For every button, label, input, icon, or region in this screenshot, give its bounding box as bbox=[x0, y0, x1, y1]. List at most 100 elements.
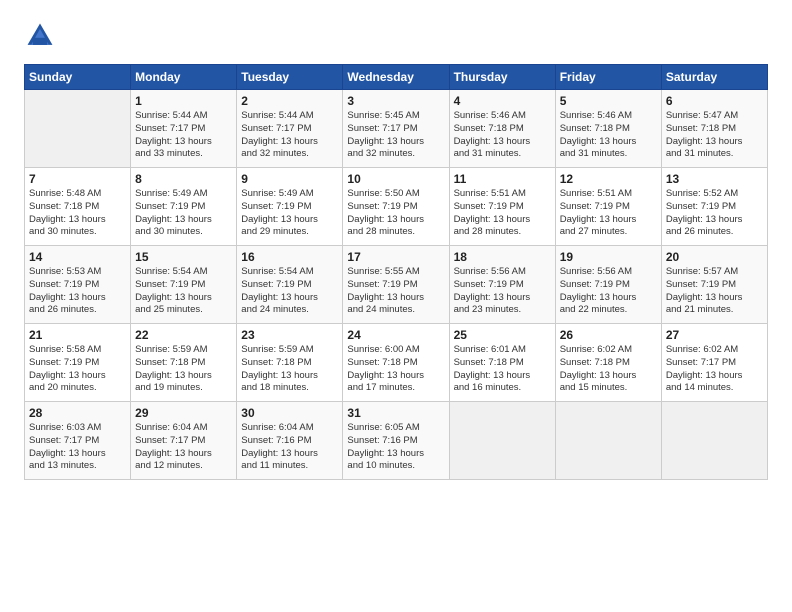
day-number: 18 bbox=[454, 250, 551, 264]
weekday-header-saturday: Saturday bbox=[661, 65, 767, 90]
day-number: 9 bbox=[241, 172, 338, 186]
calendar-cell: 11 Sunrise: 5:51 AMSunset: 7:19 PMDayligh… bbox=[449, 168, 555, 246]
day-info: Sunrise: 6:05 AMSunset: 7:16 PMDaylight:… bbox=[347, 422, 444, 473]
day-info: Sunrise: 5:53 AMSunset: 7:19 PMDaylight:… bbox=[29, 266, 126, 317]
day-number: 21 bbox=[29, 328, 126, 342]
calendar-cell: 20 Sunrise: 5:57 AMSunset: 7:19 PMDayligh… bbox=[661, 246, 767, 324]
calendar-cell bbox=[449, 402, 555, 480]
calendar-cell: 4 Sunrise: 5:46 AMSunset: 7:18 PMDaylight… bbox=[449, 90, 555, 168]
weekday-header-sunday: Sunday bbox=[25, 65, 131, 90]
calendar-cell: 31Sunrise: 6:05 AMSunset: 7:16 PMDayligh… bbox=[343, 402, 449, 480]
calendar-cell: 30 Sunrise: 6:04 AMSunset: 7:16 PMDayligh… bbox=[237, 402, 343, 480]
day-number: 25 bbox=[454, 328, 551, 342]
day-number: 1 bbox=[135, 94, 232, 108]
calendar-cell: 12Sunrise: 5:51 AMSunset: 7:19 PMDayligh… bbox=[555, 168, 661, 246]
calendar-page: SundayMondayTuesdayWednesdayThursdayFrid… bbox=[0, 0, 792, 496]
week-row-4: 21 Sunrise: 5:58 AMSunset: 7:19 PMDayligh… bbox=[25, 324, 768, 402]
calendar-cell bbox=[661, 402, 767, 480]
day-number: 19 bbox=[560, 250, 657, 264]
day-info: Sunrise: 5:56 AMSunset: 7:19 PMDaylight:… bbox=[454, 266, 551, 317]
day-number: 10 bbox=[347, 172, 444, 186]
day-number: 28 bbox=[29, 406, 126, 420]
day-info: Sunrise: 5:55 AMSunset: 7:19 PMDaylight:… bbox=[347, 266, 444, 317]
week-row-5: 28 Sunrise: 6:03 AMSunset: 7:17 PMDayligh… bbox=[25, 402, 768, 480]
calendar-table: SundayMondayTuesdayWednesdayThursdayFrid… bbox=[24, 64, 768, 480]
day-number: 8 bbox=[135, 172, 232, 186]
day-info: Sunrise: 6:04 AMSunset: 7:16 PMDaylight:… bbox=[241, 422, 338, 473]
day-info: Sunrise: 6:01 AMSunset: 7:18 PMDaylight:… bbox=[454, 344, 551, 395]
day-number: 24 bbox=[347, 328, 444, 342]
week-row-2: 7 Sunrise: 5:48 AMSunset: 7:18 PMDaylight… bbox=[25, 168, 768, 246]
day-number: 14 bbox=[29, 250, 126, 264]
day-info: Sunrise: 6:04 AMSunset: 7:17 PMDaylight:… bbox=[135, 422, 232, 473]
weekday-header-friday: Friday bbox=[555, 65, 661, 90]
weekday-header-thursday: Thursday bbox=[449, 65, 555, 90]
day-number: 30 bbox=[241, 406, 338, 420]
day-info: Sunrise: 5:54 AMSunset: 7:19 PMDaylight:… bbox=[135, 266, 232, 317]
day-info: Sunrise: 6:02 AMSunset: 7:18 PMDaylight:… bbox=[560, 344, 657, 395]
calendar-cell bbox=[25, 90, 131, 168]
day-info: Sunrise: 5:51 AMSunset: 7:19 PMDaylight:… bbox=[454, 188, 551, 239]
calendar-cell: 2Sunrise: 5:44 AMSunset: 7:17 PMDaylight… bbox=[237, 90, 343, 168]
logo-icon bbox=[24, 20, 56, 52]
calendar-cell: 13Sunrise: 5:52 AMSunset: 7:19 PMDayligh… bbox=[661, 168, 767, 246]
day-info: Sunrise: 5:46 AMSunset: 7:18 PMDaylight:… bbox=[560, 110, 657, 161]
calendar-cell: 10 Sunrise: 5:50 AMSunset: 7:19 PMDayligh… bbox=[343, 168, 449, 246]
day-number: 27 bbox=[666, 328, 763, 342]
day-info: Sunrise: 5:59 AMSunset: 7:18 PMDaylight:… bbox=[135, 344, 232, 395]
calendar-cell: 9 Sunrise: 5:49 AMSunset: 7:19 PMDaylight… bbox=[237, 168, 343, 246]
day-info: Sunrise: 5:48 AMSunset: 7:18 PMDaylight:… bbox=[29, 188, 126, 239]
calendar-cell: 18 Sunrise: 5:56 AMSunset: 7:19 PMDayligh… bbox=[449, 246, 555, 324]
weekday-header-wednesday: Wednesday bbox=[343, 65, 449, 90]
calendar-cell: 28 Sunrise: 6:03 AMSunset: 7:17 PMDayligh… bbox=[25, 402, 131, 480]
day-number: 29 bbox=[135, 406, 232, 420]
day-number: 3 bbox=[347, 94, 444, 108]
calendar-cell: 7 Sunrise: 5:48 AMSunset: 7:18 PMDaylight… bbox=[25, 168, 131, 246]
day-number: 22 bbox=[135, 328, 232, 342]
calendar-cell: 1 Sunrise: 5:44 AMSunset: 7:17 PMDaylight… bbox=[131, 90, 237, 168]
logo bbox=[24, 20, 60, 52]
day-info: Sunrise: 5:49 AMSunset: 7:19 PMDaylight:… bbox=[241, 188, 338, 239]
day-info: Sunrise: 5:50 AMSunset: 7:19 PMDaylight:… bbox=[347, 188, 444, 239]
calendar-cell: 21 Sunrise: 5:58 AMSunset: 7:19 PMDayligh… bbox=[25, 324, 131, 402]
day-number: 4 bbox=[454, 94, 551, 108]
day-info: Sunrise: 5:58 AMSunset: 7:19 PMDaylight:… bbox=[29, 344, 126, 395]
calendar-cell: 16Sunrise: 5:54 AMSunset: 7:19 PMDayligh… bbox=[237, 246, 343, 324]
calendar-cell: 8Sunrise: 5:49 AMSunset: 7:19 PMDaylight… bbox=[131, 168, 237, 246]
calendar-cell: 22 Sunrise: 5:59 AMSunset: 7:18 PMDayligh… bbox=[131, 324, 237, 402]
day-number: 5 bbox=[560, 94, 657, 108]
day-info: Sunrise: 5:44 AMSunset: 7:17 PMDaylight:… bbox=[135, 110, 232, 161]
calendar-cell: 14 Sunrise: 5:53 AMSunset: 7:19 PMDayligh… bbox=[25, 246, 131, 324]
day-info: Sunrise: 5:56 AMSunset: 7:19 PMDaylight:… bbox=[560, 266, 657, 317]
weekday-header-monday: Monday bbox=[131, 65, 237, 90]
calendar-cell: 17Sunrise: 5:55 AMSunset: 7:19 PMDayligh… bbox=[343, 246, 449, 324]
day-number: 15 bbox=[135, 250, 232, 264]
day-number: 7 bbox=[29, 172, 126, 186]
calendar-cell: 23 Sunrise: 5:59 AMSunset: 7:18 PMDayligh… bbox=[237, 324, 343, 402]
day-info: Sunrise: 5:47 AMSunset: 7:18 PMDaylight:… bbox=[666, 110, 763, 161]
day-number: 6 bbox=[666, 94, 763, 108]
day-number: 23 bbox=[241, 328, 338, 342]
day-number: 13 bbox=[666, 172, 763, 186]
day-number: 20 bbox=[666, 250, 763, 264]
calendar-cell: 25 Sunrise: 6:01 AMSunset: 7:18 PMDayligh… bbox=[449, 324, 555, 402]
day-info: Sunrise: 6:02 AMSunset: 7:17 PMDaylight:… bbox=[666, 344, 763, 395]
day-number: 11 bbox=[454, 172, 551, 186]
day-info: Sunrise: 5:57 AMSunset: 7:19 PMDaylight:… bbox=[666, 266, 763, 317]
day-info: Sunrise: 6:03 AMSunset: 7:17 PMDaylight:… bbox=[29, 422, 126, 473]
day-info: Sunrise: 5:59 AMSunset: 7:18 PMDaylight:… bbox=[241, 344, 338, 395]
weekday-header-tuesday: Tuesday bbox=[237, 65, 343, 90]
day-info: Sunrise: 5:44 AMSunset: 7:17 PMDaylight:… bbox=[241, 110, 338, 161]
calendar-cell: 19 Sunrise: 5:56 AMSunset: 7:19 PMDayligh… bbox=[555, 246, 661, 324]
header-area bbox=[24, 20, 768, 52]
calendar-cell: 5 Sunrise: 5:46 AMSunset: 7:18 PMDaylight… bbox=[555, 90, 661, 168]
day-info: Sunrise: 5:46 AMSunset: 7:18 PMDaylight:… bbox=[454, 110, 551, 161]
day-info: Sunrise: 5:51 AMSunset: 7:19 PMDaylight:… bbox=[560, 188, 657, 239]
day-number: 16 bbox=[241, 250, 338, 264]
calendar-cell: 27 Sunrise: 6:02 AMSunset: 7:17 PMDayligh… bbox=[661, 324, 767, 402]
day-info: Sunrise: 5:45 AMSunset: 7:17 PMDaylight:… bbox=[347, 110, 444, 161]
day-info: Sunrise: 6:00 AMSunset: 7:18 PMDaylight:… bbox=[347, 344, 444, 395]
calendar-cell: 6 Sunrise: 5:47 AMSunset: 7:18 PMDaylight… bbox=[661, 90, 767, 168]
calendar-cell: 24 Sunrise: 6:00 AMSunset: 7:18 PMDayligh… bbox=[343, 324, 449, 402]
weekday-header-row: SundayMondayTuesdayWednesdayThursdayFrid… bbox=[25, 65, 768, 90]
